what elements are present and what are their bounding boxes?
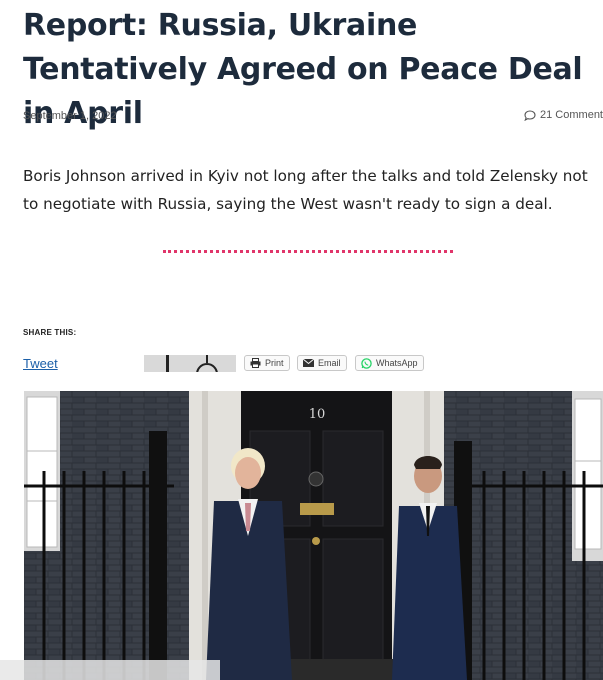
envelope-icon [303, 359, 314, 367]
comment-bubble-icon [524, 109, 536, 121]
bottom-overlay-bar [0, 660, 220, 680]
comments-count: 21 Comment [540, 109, 603, 121]
whatsapp-button-label: WhatsApp [376, 358, 418, 368]
article-date: September 1, 2022 [23, 110, 117, 122]
article-photo: 10 [24, 391, 603, 680]
print-button[interactable]: Print [244, 355, 290, 371]
share-embed-frame[interactable] [144, 355, 236, 372]
article-excerpt: Boris Johnson arrived in Kyiv not long a… [23, 167, 588, 213]
printer-icon [250, 358, 261, 368]
section-divider [163, 250, 453, 253]
tweet-link[interactable]: Tweet [23, 356, 58, 371]
whatsapp-button[interactable]: WhatsApp [355, 355, 424, 371]
whatsapp-icon [361, 357, 372, 369]
door-number: 10 [309, 407, 326, 422]
email-button-label: Email [318, 358, 341, 368]
comments-link[interactable]: 21 Comment [524, 109, 603, 121]
email-button[interactable]: Email [297, 355, 347, 371]
share-title: SHARE THIS: [23, 328, 77, 337]
print-button-label: Print [265, 358, 284, 368]
